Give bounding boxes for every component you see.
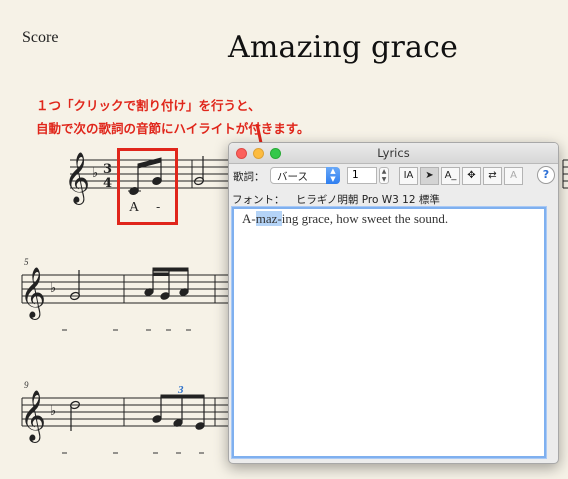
text-size-icon[interactable]: IA <box>399 167 418 185</box>
swap-arrows-icon[interactable]: ⇄ <box>483 167 502 185</box>
lyrics-window: Lyrics 歌詞： バース ▲ ▼ 1 ▲ ▼ IA ➤ A_ ✥ ⇄ A ? フ… <box>228 142 559 464</box>
move-cross-icon[interactable]: ✥ <box>462 167 481 185</box>
window-titlebar[interactable]: Lyrics <box>229 143 558 164</box>
outline-a-icon[interactable]: A <box>504 167 523 185</box>
help-button[interactable]: ? <box>537 166 555 184</box>
svg-text:♭: ♭ <box>50 404 56 419</box>
verse-select[interactable]: バース ▲ ▼ <box>270 167 340 184</box>
font-value: ヒラギノ明朝 Pro W3 12 標準 <box>295 194 440 206</box>
measure-number-9: 9 <box>24 380 29 390</box>
svg-text:3: 3 <box>103 162 112 177</box>
svg-text:♭: ♭ <box>92 166 98 181</box>
lyrics-text: A-maz-ing grace, how sweet the sound. <box>242 211 448 227</box>
font-row: フォント： ヒラギノ明朝 Pro W3 12 標準 <box>232 192 440 207</box>
font-label: フォント： <box>232 194 285 206</box>
pointer-arrow-icon[interactable]: ➤ <box>420 167 439 185</box>
lyric-text-after: ing grace, how sweet the sound. <box>281 211 449 226</box>
svg-text:𝄞: 𝄞 <box>20 390 46 443</box>
chevron-updown-icon: ▲ ▼ <box>326 167 340 184</box>
lyric-text-before: A- <box>242 211 256 226</box>
verse-number-stepper[interactable]: ▲ ▼ <box>379 167 389 184</box>
verse-select-value: バース <box>277 171 308 183</box>
window-title: Lyrics <box>377 146 410 160</box>
svg-text:4: 4 <box>103 176 112 191</box>
lyrics-toolbar: 歌詞： バース ▲ ▼ 1 ▲ ▼ IA ➤ A_ ✥ ⇄ A ? <box>229 164 558 190</box>
verse-number-field[interactable]: 1 <box>347 167 377 184</box>
underscore-a-icon[interactable]: A_ <box>441 167 460 185</box>
lyrics-label: 歌詞： <box>233 171 265 183</box>
lyrics-text-area[interactable]: A-maz-ing grace, how sweet the sound. <box>232 207 546 458</box>
svg-text:𝄞: 𝄞 <box>64 152 90 205</box>
measure-number-5: 5 <box>24 257 29 267</box>
lyric-text-selected: maz- <box>255 211 282 226</box>
annotation-highlight-box <box>117 148 178 225</box>
svg-text:♭: ♭ <box>50 281 56 296</box>
triplet-mark: 3 <box>178 384 184 396</box>
svg-text:𝄞: 𝄞 <box>20 267 46 320</box>
